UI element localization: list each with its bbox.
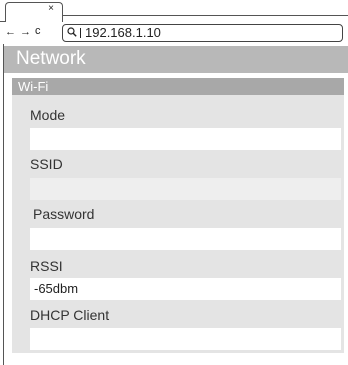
forward-arrow-icon[interactable]: → bbox=[20, 25, 31, 39]
password-field[interactable] bbox=[30, 228, 341, 250]
dhcp-client-field[interactable] bbox=[30, 328, 341, 350]
mode-field[interactable] bbox=[30, 128, 341, 150]
section-header: Wi-Fi bbox=[12, 78, 344, 95]
ssid-field[interactable] bbox=[30, 178, 341, 200]
url-text[interactable]: 192.168.1.10 bbox=[85, 25, 161, 41]
section-title: Wi-Fi bbox=[18, 79, 49, 94]
dhcp-client-label: DHCP Client bbox=[30, 307, 110, 323]
tab-strip: × bbox=[0, 0, 348, 22]
reload-icon[interactable]: c bbox=[35, 24, 41, 38]
wifi-panel: Wi-Fi Mode SSID Password RSSI -65dbm DHC… bbox=[12, 78, 344, 353]
text-cursor bbox=[80, 28, 81, 38]
close-tab-icon[interactable]: × bbox=[48, 4, 54, 14]
tab-divider-right bbox=[63, 15, 348, 16]
ssid-label: SSID bbox=[30, 156, 63, 172]
navigation-bar: ← → c 192.168.1.10 bbox=[0, 22, 348, 44]
page-title: Network bbox=[16, 48, 86, 69]
page-header: Network bbox=[4, 46, 348, 73]
back-arrow-icon[interactable]: ← bbox=[5, 25, 16, 39]
mode-label: Mode bbox=[30, 107, 66, 123]
rssi-label: RSSI bbox=[30, 258, 63, 274]
address-bar[interactable]: 192.168.1.10 bbox=[62, 24, 343, 42]
viewport-border bbox=[3, 44, 4, 365]
rssi-value: -65dbm bbox=[30, 278, 341, 300]
password-label: Password bbox=[33, 206, 95, 222]
search-icon bbox=[67, 27, 77, 37]
browser-tab[interactable]: × bbox=[5, 2, 63, 22]
